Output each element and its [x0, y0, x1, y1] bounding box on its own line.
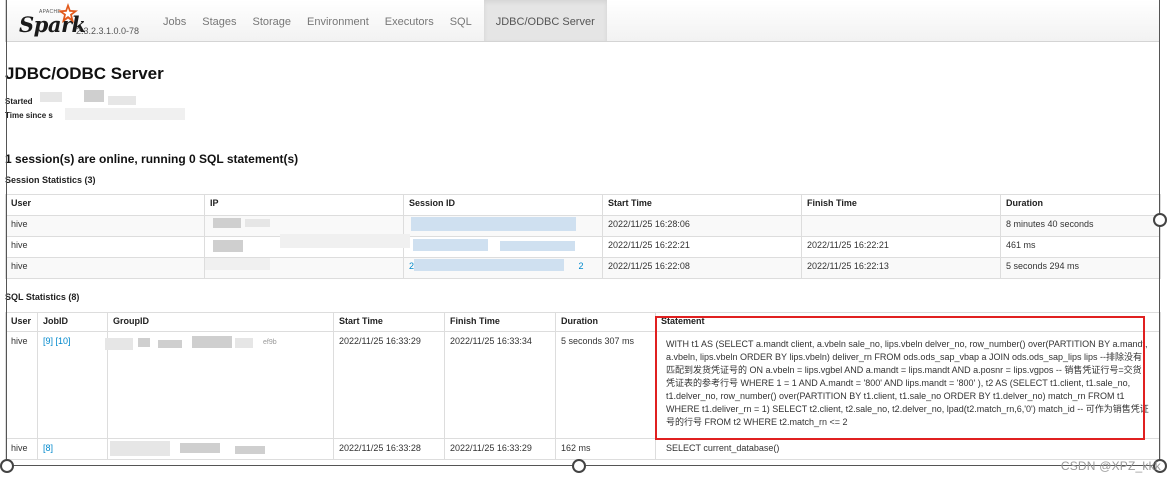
redacted-block — [500, 241, 575, 251]
cell-statement: SELECT current_database() — [655, 438, 1161, 460]
redacted-block — [245, 219, 270, 227]
redacted-block — [280, 234, 410, 248]
cell-user: hive — [5, 236, 205, 258]
table-row: hive [8] 2022/11/25 16:33:28 2022/11/25 … — [5, 438, 1161, 460]
cell-job-ids: [9] [10] — [37, 331, 108, 439]
cell-finish-time: 2022/11/25 16:33:34 — [444, 331, 556, 439]
redacted-block — [110, 441, 170, 456]
col-start-time[interactable]: Start Time — [333, 312, 445, 332]
redacted-block — [235, 446, 265, 454]
cell-user: hive — [5, 438, 38, 460]
cell-start-time: 2022/11/25 16:33:28 — [333, 438, 445, 460]
table-row: hive 2022/11/25 16:22:21 2022/11/25 16:2… — [5, 236, 1161, 258]
cell-finish-time: 2022/11/25 16:22:13 — [801, 257, 1001, 279]
session-id-suffix[interactable]: 2 — [579, 261, 584, 271]
cell-duration: 8 minutes 40 seconds — [1000, 215, 1161, 237]
redacted-block — [414, 259, 564, 271]
cell-finish-time: 2022/11/25 16:22:21 — [801, 236, 1001, 258]
tab-storage[interactable]: Storage — [245, 0, 300, 41]
spark-star-icon — [58, 3, 78, 23]
col-start-time[interactable]: Start Time — [602, 194, 802, 216]
redacted-block — [65, 108, 185, 120]
col-finish-time[interactable]: Finish Time — [801, 194, 1001, 216]
col-user[interactable]: User — [5, 194, 205, 216]
col-group-id[interactable]: GroupID — [107, 312, 334, 332]
col-statement[interactable]: Statement — [655, 312, 1161, 332]
redacted-block — [84, 90, 104, 102]
tab-executors[interactable]: Executors — [377, 0, 442, 41]
cell-duration: 461 ms — [1000, 236, 1161, 258]
redacted-block — [213, 240, 243, 252]
page-title: JDBC/ODBC Server — [5, 64, 164, 83]
redacted-block — [192, 336, 232, 348]
redacted-block — [413, 239, 488, 251]
cell-start-time: 2022/11/25 16:22:21 — [602, 236, 802, 258]
redacted-block — [108, 96, 136, 105]
resize-handle-icon[interactable] — [572, 459, 586, 473]
cell-user: hive — [5, 257, 205, 279]
cell-start-time: 2022/11/25 16:33:29 — [333, 331, 445, 439]
job-id-link[interactable]: [9] [10] — [43, 336, 71, 346]
cell-start-time: 2022/11/25 16:22:08 — [602, 257, 802, 279]
tab-jdbc-odbc-server[interactable]: JDBC/ODBC Server — [483, 0, 607, 41]
started-label: Started — [5, 97, 33, 106]
table-header-row: User JobID GroupID Start Time Finish Tim… — [5, 312, 1161, 332]
col-duration[interactable]: Duration — [555, 312, 656, 332]
cell-job-ids: [8] — [37, 438, 108, 460]
col-duration[interactable]: Duration — [1000, 194, 1161, 216]
cell-finish-time — [801, 215, 1001, 237]
col-session-id[interactable]: Session ID — [403, 194, 603, 216]
redacted-block — [180, 443, 220, 453]
redacted-block — [105, 338, 133, 350]
time-since-label: Time since s — [5, 111, 53, 120]
table-row: hive 2022/11/25 16:28:06 8 minutes 40 se… — [5, 215, 1161, 237]
cell-start-time: 2022/11/25 16:28:06 — [602, 215, 802, 237]
sql-statistics-table: User JobID GroupID Start Time Finish Tim… — [5, 312, 1161, 460]
watermark: CSDN @XPZ_kkk — [1060, 459, 1161, 473]
group-id-tail: ef9b — [263, 339, 277, 346]
job-id-link[interactable]: [8] — [43, 443, 53, 453]
top-navbar: APACHE Spark 2.3.2.3.1.0.0-78 Jobs Stage… — [5, 0, 1160, 42]
resize-handle-icon[interactable] — [0, 459, 14, 473]
cell-duration: 162 ms — [555, 438, 656, 460]
redacted-block — [40, 92, 62, 102]
sql-stats-heading: SQL Statistics (8) — [5, 292, 80, 302]
table-row: hive 2 2 2022/11/25 16:22:08 2022/11/25 … — [5, 257, 1161, 279]
redacted-block — [213, 218, 241, 228]
cell-duration: 5 seconds 294 ms — [1000, 257, 1161, 279]
session-stats-heading: Session Statistics (3) — [5, 175, 96, 185]
nav-tabs: Jobs Stages Storage Environment Executor… — [155, 0, 607, 41]
cell-statement: WITH t1 AS (SELECT a.mandt client, a.vbe… — [655, 331, 1161, 439]
spark-logo[interactable]: APACHE Spark 2.3.2.3.1.0.0-78 — [19, 3, 149, 38]
cell-duration: 5 seconds 307 ms — [555, 331, 656, 439]
cell-user: hive — [5, 215, 205, 237]
tab-sql[interactable]: SQL — [442, 0, 480, 41]
redacted-block — [158, 340, 182, 348]
col-ip[interactable]: IP — [204, 194, 404, 216]
table-header-row: User IP Session ID Start Time Finish Tim… — [5, 194, 1161, 216]
tab-environment[interactable]: Environment — [299, 0, 377, 41]
spark-version: 2.3.2.3.1.0.0-78 — [76, 26, 140, 36]
col-user[interactable]: User — [5, 312, 38, 332]
online-heading: 1 session(s) are online, running 0 SQL s… — [5, 152, 299, 166]
session-statistics-table: User IP Session ID Start Time Finish Tim… — [5, 194, 1161, 279]
redacted-block — [138, 338, 150, 347]
redacted-block — [235, 338, 253, 348]
col-job-id[interactable]: JobID — [37, 312, 108, 332]
col-finish-time[interactable]: Finish Time — [444, 312, 556, 332]
redacted-block — [205, 258, 270, 270]
cell-finish-time: 2022/11/25 16:33:29 — [444, 438, 556, 460]
cell-user: hive — [5, 331, 38, 439]
resize-handle-icon[interactable] — [1153, 213, 1167, 227]
redacted-block — [411, 217, 576, 231]
tab-jobs[interactable]: Jobs — [155, 0, 194, 41]
tab-stages[interactable]: Stages — [194, 0, 244, 41]
